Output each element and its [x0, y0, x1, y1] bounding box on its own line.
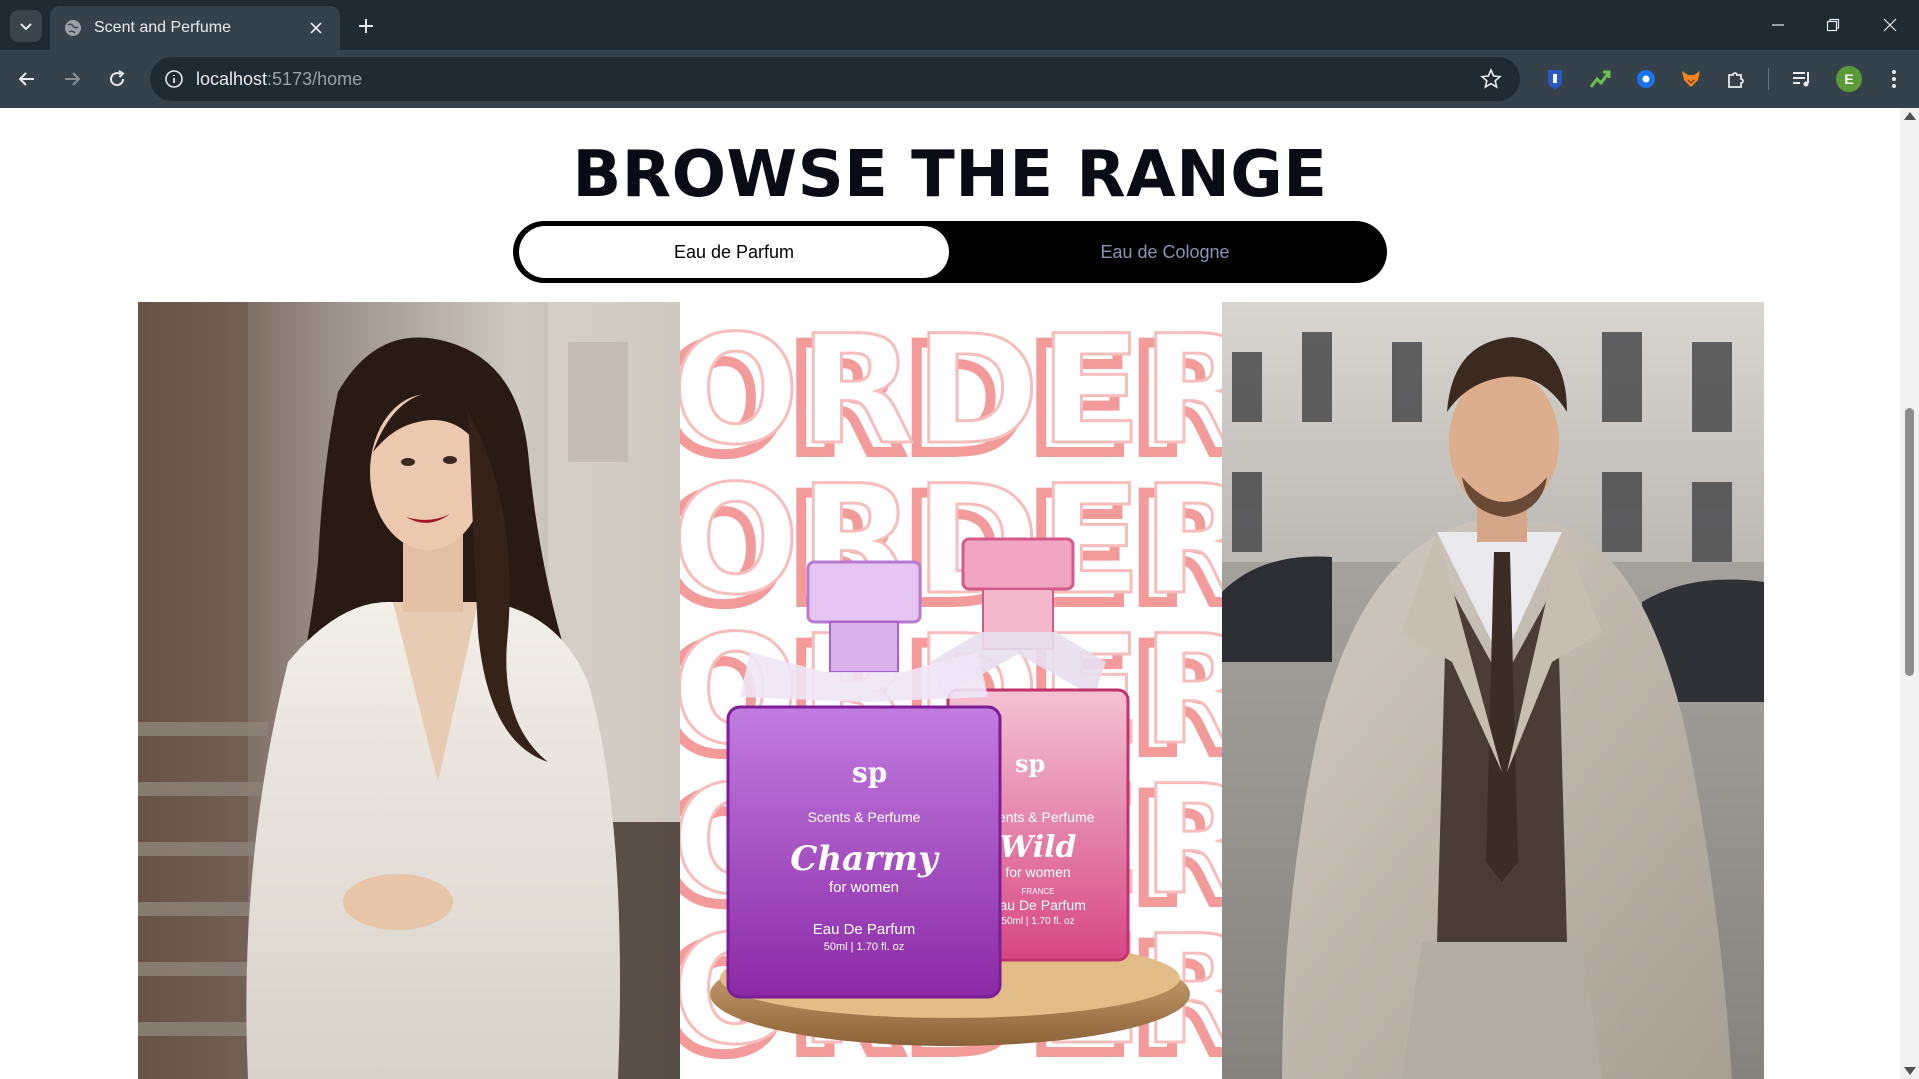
address-bar[interactable]: localhost:5173/home [150, 57, 1520, 101]
bg-word-1-front: ORDER [680, 304, 1222, 478]
extension-record-icon[interactable] [1632, 65, 1660, 93]
page-viewport: BROWSE THE RANGE Eau de Parfum Eau de Co… [0, 108, 1900, 1079]
site-info-icon[interactable] [164, 69, 184, 89]
gallery-image-woman[interactable] [138, 302, 680, 1079]
bookmark-star-icon[interactable] [1480, 68, 1502, 90]
restore-button[interactable] [1817, 10, 1849, 40]
url-path: :5173/home [267, 68, 363, 89]
extensions-puzzle-icon[interactable] [1722, 65, 1750, 93]
arrow-left-icon [18, 72, 34, 86]
globe-icon [65, 20, 81, 36]
browser-menu-icon[interactable] [1880, 65, 1908, 93]
chevron-down-icon [20, 23, 32, 31]
bottle-charmy-brand: Scents & Perfume [808, 809, 921, 825]
restore-icon [1826, 18, 1840, 32]
gallery-image-man[interactable] [1222, 302, 1764, 1079]
bottle-charmy-size: 50ml | 1.70 fl. oz [824, 941, 905, 953]
back-button[interactable] [10, 62, 44, 96]
bottle-wild-size: 50ml | 1.70 fl. oz [1001, 916, 1074, 927]
bottle-wild-brand-mark: sp [1015, 749, 1045, 778]
plus-icon [359, 19, 373, 33]
tab-title: Scent and Perfume [94, 19, 231, 36]
browser-toolbar: localhost:5173/home [0, 50, 1919, 108]
new-tab-button[interactable] [352, 12, 380, 40]
url-host: localhost [196, 68, 268, 89]
close-icon [1883, 18, 1897, 32]
minimize-icon [1772, 24, 1784, 26]
bottle-wild-tagline: for women [1005, 864, 1070, 880]
reload-icon [110, 70, 125, 87]
range-gallery: ORDER ORDER ORDER ORDER ORDER ORDER ORDE… [138, 302, 1764, 1079]
toggle-eau-de-cologne[interactable]: Eau de Cologne [950, 226, 1380, 278]
range-toggle: Eau de Parfum Eau de Cologne [513, 221, 1387, 283]
bg-word-2-front: ORDER [680, 454, 1222, 628]
browser-tab[interactable]: Scent and Perfume [50, 6, 340, 50]
close-window-button[interactable] [1874, 10, 1906, 40]
media-controls-icon[interactable] [1788, 65, 1816, 93]
gallery-image-perfume-bottles[interactable]: ORDER ORDER ORDER ORDER ORDER ORDER ORDE… [680, 302, 1222, 1079]
toggle-eau-de-parfum[interactable]: Eau de Parfum [519, 226, 949, 278]
bottle-charmy-type: Eau De Parfum [813, 921, 916, 938]
arrow-right-icon [65, 72, 81, 86]
toolbar-divider [1768, 68, 1769, 90]
profile-avatar[interactable]: E [1836, 66, 1862, 92]
extension-chart-icon[interactable] [1586, 65, 1614, 93]
page-heading: BROWSE THE RANGE [572, 138, 1328, 212]
bottle-charmy-name: Charmy [790, 839, 940, 879]
extension-shield-icon[interactable] [1541, 65, 1569, 93]
scroll-up-arrow-icon[interactable] [1904, 112, 1916, 120]
extension-fox-icon[interactable] [1677, 65, 1705, 93]
page-scrollbar[interactable] [1900, 108, 1919, 1079]
bottle-charmy-brand-mark: sp [852, 756, 887, 789]
scroll-down-arrow-icon[interactable] [1904, 1067, 1916, 1075]
scrollbar-thumb[interactable] [1905, 408, 1914, 676]
minimize-button[interactable] [1762, 10, 1794, 40]
bottle-charmy-tagline: for women [829, 879, 899, 896]
tab-close-icon[interactable] [306, 18, 326, 38]
bottle-wild-type: Eau De Parfum [990, 897, 1086, 913]
reload-button[interactable] [100, 62, 134, 96]
bottle-wild-origin: FRANCE [1022, 887, 1055, 896]
bottle-wild-name: Wild [1000, 830, 1077, 865]
tab-search-button[interactable] [10, 10, 42, 42]
forward-button[interactable] [55, 62, 89, 96]
browser-tabstrip: Scent and Perfume [0, 0, 1919, 50]
